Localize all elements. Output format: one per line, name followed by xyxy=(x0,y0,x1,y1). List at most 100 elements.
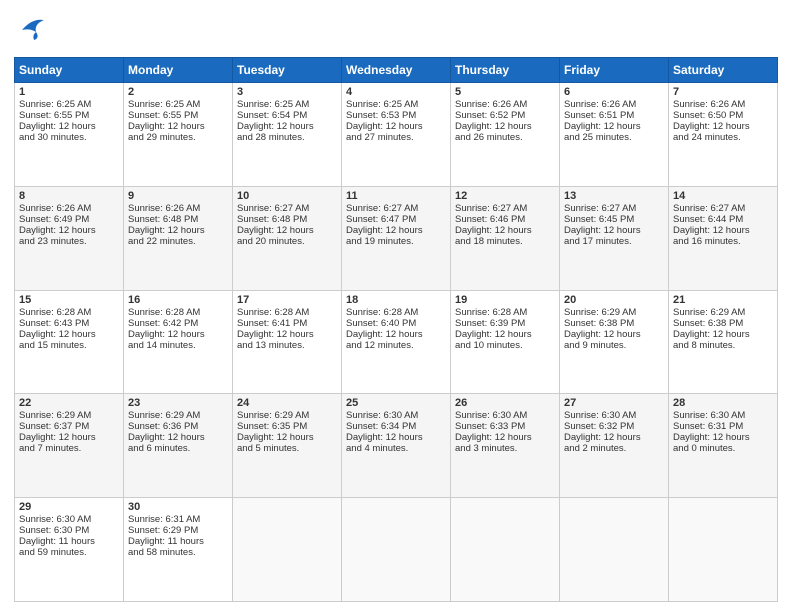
day-detail: Sunrise: 6:25 AM xyxy=(237,99,337,110)
day-detail: and 10 minutes. xyxy=(455,340,555,351)
day-detail: and 9 minutes. xyxy=(564,340,664,351)
day-detail: Sunset: 6:41 PM xyxy=(237,318,337,329)
calendar-cell: 30Sunrise: 6:31 AMSunset: 6:29 PMDayligh… xyxy=(124,498,233,602)
day-number: 17 xyxy=(237,294,337,306)
day-detail: Sunrise: 6:29 AM xyxy=(128,410,228,421)
day-detail: Sunrise: 6:29 AM xyxy=(673,307,773,318)
day-detail: Daylight: 12 hours xyxy=(237,432,337,443)
day-detail: Daylight: 12 hours xyxy=(673,225,773,236)
day-number: 11 xyxy=(346,190,446,202)
day-detail: Sunset: 6:33 PM xyxy=(455,421,555,432)
day-detail: Daylight: 12 hours xyxy=(346,329,446,340)
day-detail: Daylight: 12 hours xyxy=(564,121,664,132)
day-number: 21 xyxy=(673,294,773,306)
day-detail: Sunrise: 6:28 AM xyxy=(19,307,119,318)
calendar-cell: 8Sunrise: 6:26 AMSunset: 6:49 PMDaylight… xyxy=(15,186,124,290)
day-detail: Sunrise: 6:25 AM xyxy=(128,99,228,110)
day-detail: Sunrise: 6:29 AM xyxy=(564,307,664,318)
day-detail: Sunrise: 6:28 AM xyxy=(455,307,555,318)
day-detail: Sunrise: 6:27 AM xyxy=(564,203,664,214)
day-detail: Daylight: 12 hours xyxy=(237,329,337,340)
day-detail: Sunset: 6:31 PM xyxy=(673,421,773,432)
day-detail: Sunset: 6:51 PM xyxy=(564,110,664,121)
calendar-cell: 6Sunrise: 6:26 AMSunset: 6:51 PMDaylight… xyxy=(560,83,669,187)
day-detail: and 30 minutes. xyxy=(19,132,119,143)
day-detail: and 4 minutes. xyxy=(346,443,446,454)
day-detail: Sunset: 6:34 PM xyxy=(346,421,446,432)
day-detail: and 19 minutes. xyxy=(346,236,446,247)
day-detail: Sunset: 6:37 PM xyxy=(19,421,119,432)
day-detail: Daylight: 12 hours xyxy=(19,329,119,340)
day-detail: Daylight: 12 hours xyxy=(564,329,664,340)
day-number: 8 xyxy=(19,190,119,202)
calendar-cell: 14Sunrise: 6:27 AMSunset: 6:44 PMDayligh… xyxy=(669,186,778,290)
day-number: 18 xyxy=(346,294,446,306)
day-detail: Daylight: 12 hours xyxy=(346,225,446,236)
day-detail: Daylight: 12 hours xyxy=(673,121,773,132)
day-detail: and 17 minutes. xyxy=(564,236,664,247)
day-detail: Daylight: 12 hours xyxy=(455,432,555,443)
calendar-cell: 16Sunrise: 6:28 AMSunset: 6:42 PMDayligh… xyxy=(124,290,233,394)
weekday-header: Saturday xyxy=(669,58,778,83)
day-detail: Sunset: 6:44 PM xyxy=(673,214,773,225)
day-number: 9 xyxy=(128,190,228,202)
day-number: 2 xyxy=(128,86,228,98)
day-detail: and 13 minutes. xyxy=(237,340,337,351)
day-number: 19 xyxy=(455,294,555,306)
day-number: 16 xyxy=(128,294,228,306)
day-detail: Daylight: 11 hours xyxy=(128,536,228,547)
calendar-cell: 2Sunrise: 6:25 AMSunset: 6:55 PMDaylight… xyxy=(124,83,233,187)
day-detail: Sunset: 6:40 PM xyxy=(346,318,446,329)
day-detail: Sunset: 6:48 PM xyxy=(128,214,228,225)
day-number: 6 xyxy=(564,86,664,98)
day-detail: Daylight: 12 hours xyxy=(128,432,228,443)
day-detail: Sunrise: 6:30 AM xyxy=(19,514,119,525)
day-detail: Sunrise: 6:30 AM xyxy=(346,410,446,421)
day-number: 24 xyxy=(237,397,337,409)
day-detail: Daylight: 12 hours xyxy=(673,432,773,443)
calendar-cell: 3Sunrise: 6:25 AMSunset: 6:54 PMDaylight… xyxy=(233,83,342,187)
day-number: 15 xyxy=(19,294,119,306)
calendar-cell: 20Sunrise: 6:29 AMSunset: 6:38 PMDayligh… xyxy=(560,290,669,394)
day-detail: Sunrise: 6:26 AM xyxy=(19,203,119,214)
day-detail: Sunrise: 6:31 AM xyxy=(128,514,228,525)
day-detail: Sunset: 6:50 PM xyxy=(673,110,773,121)
day-number: 12 xyxy=(455,190,555,202)
day-detail: Sunrise: 6:30 AM xyxy=(455,410,555,421)
day-number: 20 xyxy=(564,294,664,306)
day-detail: Sunrise: 6:26 AM xyxy=(564,99,664,110)
calendar-cell: 23Sunrise: 6:29 AMSunset: 6:36 PMDayligh… xyxy=(124,394,233,498)
calendar-cell: 26Sunrise: 6:30 AMSunset: 6:33 PMDayligh… xyxy=(451,394,560,498)
day-detail: Sunset: 6:49 PM xyxy=(19,214,119,225)
day-detail: and 3 minutes. xyxy=(455,443,555,454)
weekday-header: Monday xyxy=(124,58,233,83)
calendar-cell: 29Sunrise: 6:30 AMSunset: 6:30 PMDayligh… xyxy=(15,498,124,602)
day-detail: Sunrise: 6:27 AM xyxy=(346,203,446,214)
day-detail: Daylight: 12 hours xyxy=(237,225,337,236)
day-detail: and 20 minutes. xyxy=(237,236,337,247)
calendar-cell xyxy=(342,498,451,602)
day-detail: Sunrise: 6:29 AM xyxy=(237,410,337,421)
day-number: 10 xyxy=(237,190,337,202)
calendar-cell: 7Sunrise: 6:26 AMSunset: 6:50 PMDaylight… xyxy=(669,83,778,187)
calendar-cell: 1Sunrise: 6:25 AMSunset: 6:55 PMDaylight… xyxy=(15,83,124,187)
weekday-header: Sunday xyxy=(15,58,124,83)
calendar-cell: 17Sunrise: 6:28 AMSunset: 6:41 PMDayligh… xyxy=(233,290,342,394)
calendar-cell: 28Sunrise: 6:30 AMSunset: 6:31 PMDayligh… xyxy=(669,394,778,498)
day-detail: and 28 minutes. xyxy=(237,132,337,143)
day-detail: Sunset: 6:48 PM xyxy=(237,214,337,225)
day-detail: and 16 minutes. xyxy=(673,236,773,247)
day-detail: Daylight: 11 hours xyxy=(19,536,119,547)
day-detail: Sunrise: 6:27 AM xyxy=(673,203,773,214)
day-detail: and 24 minutes. xyxy=(673,132,773,143)
day-detail: Daylight: 12 hours xyxy=(455,329,555,340)
day-detail: Sunset: 6:52 PM xyxy=(455,110,555,121)
day-detail: Sunset: 6:47 PM xyxy=(346,214,446,225)
day-detail: Sunset: 6:55 PM xyxy=(128,110,228,121)
calendar-cell: 24Sunrise: 6:29 AMSunset: 6:35 PMDayligh… xyxy=(233,394,342,498)
day-detail: Sunset: 6:39 PM xyxy=(455,318,555,329)
day-detail: Sunset: 6:32 PM xyxy=(564,421,664,432)
day-detail: and 0 minutes. xyxy=(673,443,773,454)
day-detail: Sunrise: 6:28 AM xyxy=(128,307,228,318)
day-detail: Sunrise: 6:28 AM xyxy=(346,307,446,318)
